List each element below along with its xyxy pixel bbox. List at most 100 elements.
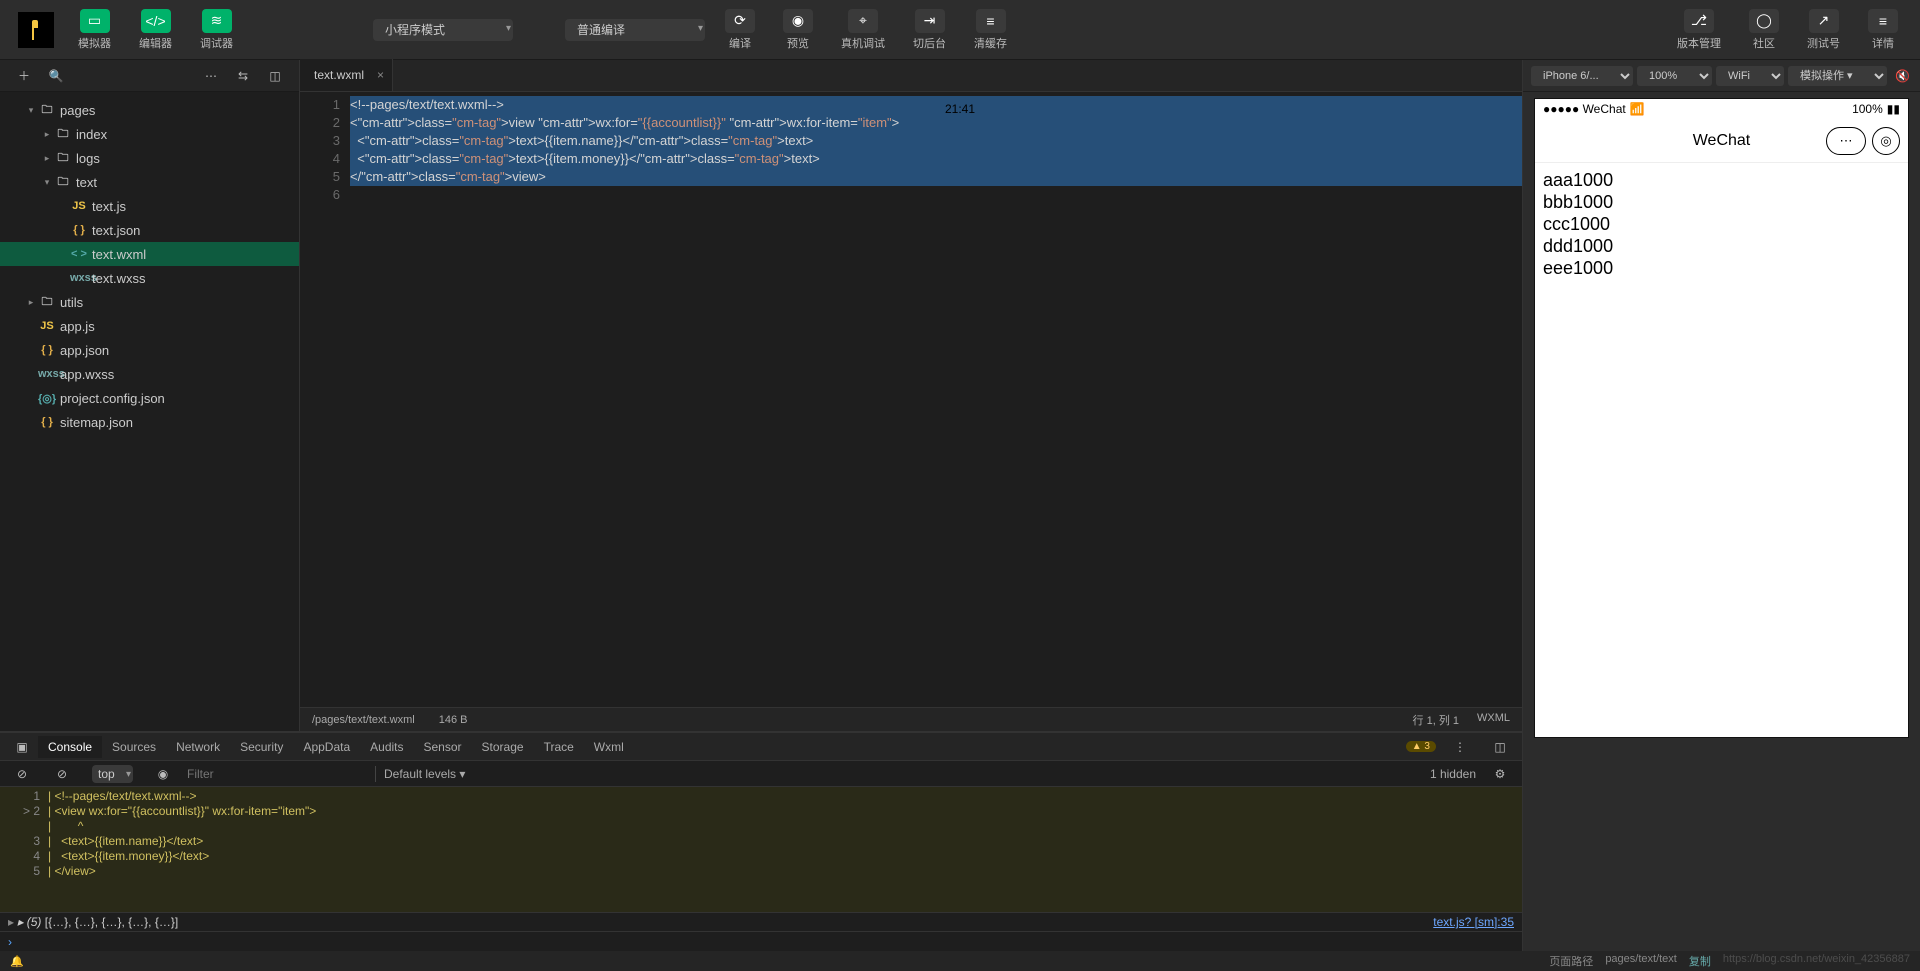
tab-label: text.wxml xyxy=(314,68,364,82)
compile-mode-select[interactable]: 普通编译 xyxy=(565,19,705,41)
phone-navbar: WeChat ⋯ ◎ xyxy=(1535,119,1908,163)
collapse-icon[interactable]: ⇆ xyxy=(231,64,255,88)
tree-item-text[interactable]: ▾🗀text xyxy=(0,170,299,194)
test-id-button[interactable]: ↗测试号 xyxy=(1797,5,1850,55)
devtab-console[interactable]: Console xyxy=(38,736,102,758)
clock: 21:41 xyxy=(945,102,975,116)
branch-icon: ⎇ xyxy=(1684,9,1714,33)
bell-icon[interactable]: 🔔 xyxy=(10,955,24,968)
tree-item-text-wxss[interactable]: wxsstext.wxss xyxy=(0,266,299,290)
copy-link[interactable]: 复制 xyxy=(1689,953,1711,969)
more-icon[interactable]: ⋯ xyxy=(199,64,223,88)
network-select[interactable]: WiFi xyxy=(1716,66,1784,86)
zoom-select[interactable]: 100% xyxy=(1637,66,1712,86)
debugger-toggle[interactable]: ≋调试器 xyxy=(190,5,243,55)
editor-tabs: text.wxml × xyxy=(300,60,1522,92)
tree-item-index[interactable]: ▸🗀index xyxy=(0,122,299,146)
simulator-pane: iPhone 6/... 100% WiFi 模拟操作 ▾ 🔇 ◨ ●●●●● … xyxy=(1522,60,1920,951)
expand-arrow-icon[interactable]: ▸ xyxy=(8,915,14,929)
file-lang: WXML xyxy=(1477,712,1510,728)
phone-body[interactable]: aaa1000bbb1000ccc1000ddd1000eee1000 xyxy=(1535,163,1908,737)
tree-item-app-json[interactable]: { }app.json xyxy=(0,338,299,362)
watermark: https://blog.csdn.net/weixin_42356887 xyxy=(1723,953,1910,969)
warning-count[interactable]: ▲ 3 xyxy=(1406,741,1436,752)
version-button[interactable]: ⎇版本管理 xyxy=(1667,5,1731,55)
gear-icon[interactable]: ⚙ xyxy=(1488,762,1512,786)
compile-button[interactable]: ⟳编译 xyxy=(715,5,765,55)
context-select[interactable]: top xyxy=(92,765,133,783)
log-levels[interactable]: Default levels ▾ xyxy=(384,767,465,781)
wifi-icon: 📶 xyxy=(1630,102,1645,116)
file-path: /pages/text/text.wxml xyxy=(312,714,415,726)
tree-item-app-wxss[interactable]: wxssapp.wxss xyxy=(0,362,299,386)
tree-item-text-wxml[interactable]: < >text.wxml xyxy=(0,242,299,266)
editor-toggle[interactable]: </>编辑器 xyxy=(129,5,182,55)
tree-item-utils[interactable]: ▸🗀utils xyxy=(0,290,299,314)
devtab-trace[interactable]: Trace xyxy=(534,736,584,758)
phone-wrap: ●●●●● WeChat 📶 21:41 100%▮▮ WeChat ⋯ ◎ a… xyxy=(1523,92,1920,951)
devtab-wxml[interactable]: Wxml xyxy=(584,736,634,758)
file-explorer: ＋ 🔍 ⋯ ⇆ ◫ ▾🗀pages▸🗀index▸🗀logs▾🗀textJSte… xyxy=(0,60,300,731)
add-file-icon[interactable]: ＋ xyxy=(12,64,36,88)
dock-icon[interactable]: ◫ xyxy=(1488,735,1512,759)
file-tree[interactable]: ▾🗀pages▸🗀index▸🗀logs▾🗀textJStext.js{ }te… xyxy=(0,92,299,731)
upper-row: ＋ 🔍 ⋯ ⇆ ◫ ▾🗀pages▸🗀index▸🗀logs▾🗀textJSte… xyxy=(0,60,1522,731)
close-icon[interactable]: × xyxy=(377,68,384,82)
stop-icon[interactable]: ⊘ xyxy=(50,762,74,786)
code-editor[interactable]: 123456 <!--pages/text/text.wxml--><"cm-a… xyxy=(300,92,1522,707)
search-icon[interactable]: 🔍 xyxy=(44,64,68,88)
console-source-link[interactable]: text.js? [sm]:35 xyxy=(1433,915,1514,929)
console-array-preview: ▸ (5) [{…}, {…}, {…}, {…}, {…}] xyxy=(17,915,178,929)
devtab-network[interactable]: Network xyxy=(166,736,230,758)
console-body[interactable]: 1| <!--pages/text/text.wxml-->> 2| <view… xyxy=(0,787,1522,912)
tree-item-text-js[interactable]: JStext.js xyxy=(0,194,299,218)
devtools-tabs: ▣ ConsoleSourcesNetworkSecurityAppDataAu… xyxy=(0,733,1522,761)
console-filter[interactable] xyxy=(187,767,367,781)
phone-icon: ▭ xyxy=(80,9,110,33)
code-body[interactable]: <!--pages/text/text.wxml--><"cm-attr">cl… xyxy=(350,92,1522,707)
clear-cache-button[interactable]: ≡清缓存 xyxy=(964,5,1017,55)
simulator-toggle[interactable]: ▭模拟器 xyxy=(68,5,121,55)
devtools-panel: ▣ ConsoleSourcesNetworkSecurityAppDataAu… xyxy=(0,731,1522,951)
chat-icon: ◯ xyxy=(1749,9,1779,33)
mute-icon[interactable]: 🔇 xyxy=(1895,64,1910,88)
bug-icon: ≋ xyxy=(202,9,232,33)
tree-item-app-js[interactable]: JSapp.js xyxy=(0,314,299,338)
details-button[interactable]: ≡详情 xyxy=(1858,5,1908,55)
capsule-close[interactable]: ◎ xyxy=(1872,127,1900,155)
preview-button[interactable]: ◉预览 xyxy=(773,5,823,55)
top-toolbar: ▭模拟器 </>编辑器 ≋调试器 小程序模式 普通编译 ⟳编译 ◉预览 ⌖真机调… xyxy=(0,0,1920,60)
settings-icon[interactable]: ⋮ xyxy=(1448,735,1472,759)
community-button[interactable]: ◯社区 xyxy=(1739,5,1789,55)
real-debug-button[interactable]: ⌖真机调试 xyxy=(831,5,895,55)
devtab-sensor[interactable]: Sensor xyxy=(414,736,472,758)
tree-item-text-json[interactable]: { }text.json xyxy=(0,218,299,242)
mode-select[interactable]: 小程序模式 xyxy=(373,19,513,41)
devtab-storage[interactable]: Storage xyxy=(472,736,534,758)
split-icon[interactable]: ◫ xyxy=(263,64,287,88)
left-center-column: ＋ 🔍 ⋯ ⇆ ◫ ▾🗀pages▸🗀index▸🗀logs▾🗀textJSte… xyxy=(0,60,1522,951)
list-item: eee1000 xyxy=(1543,257,1900,279)
tree-item-logs[interactable]: ▸🗀logs xyxy=(0,146,299,170)
cut-bg-button[interactable]: ⇥切后台 xyxy=(903,5,956,55)
route-label: 页面路径 xyxy=(1549,953,1593,969)
tree-item-sitemap-json[interactable]: { }sitemap.json xyxy=(0,410,299,434)
tree-item-pages[interactable]: ▾🗀pages xyxy=(0,98,299,122)
device-select[interactable]: iPhone 6/... xyxy=(1531,66,1633,86)
live-icon[interactable]: ◉ xyxy=(151,762,175,786)
sim-ops-select[interactable]: 模拟操作 ▾ xyxy=(1788,66,1887,86)
device-debug-icon: ⌖ xyxy=(848,9,878,33)
devtab-audits[interactable]: Audits xyxy=(360,736,413,758)
console-prompt[interactable]: › xyxy=(0,931,1522,951)
clear-console-icon[interactable]: ⊘ xyxy=(10,762,34,786)
phone-statusbar: ●●●●● WeChat 📶 21:41 100%▮▮ xyxy=(1535,99,1908,119)
devtab-security[interactable]: Security xyxy=(230,736,293,758)
console-output-row[interactable]: ▸ ▸ (5) [{…}, {…}, {…}, {…}, {…}] text.j… xyxy=(0,912,1522,931)
inspect-icon[interactable]: ▣ xyxy=(10,735,34,759)
file-size: 146 B xyxy=(439,714,468,726)
capsule-menu[interactable]: ⋯ xyxy=(1826,127,1866,155)
devtab-sources[interactable]: Sources xyxy=(102,736,166,758)
tree-item-project-config-json[interactable]: {◎}project.config.json xyxy=(0,386,299,410)
tab-text-wxml[interactable]: text.wxml × xyxy=(300,59,393,91)
devtab-appdata[interactable]: AppData xyxy=(293,736,360,758)
